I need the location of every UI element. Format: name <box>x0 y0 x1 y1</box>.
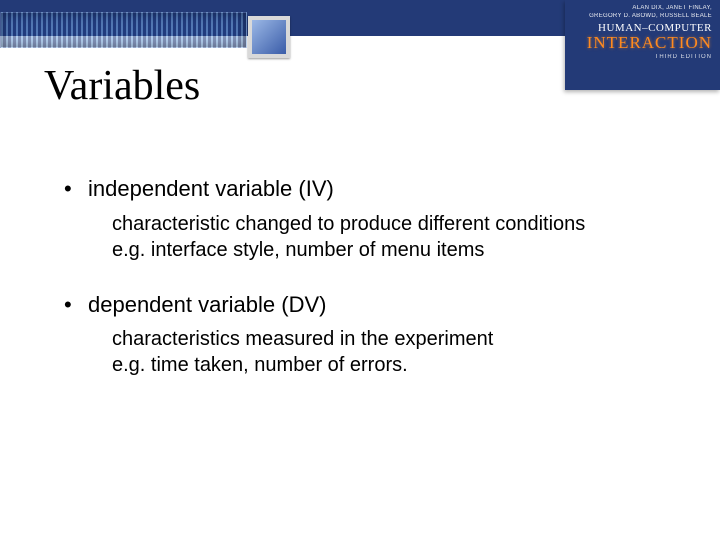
book-cover: ALAN DIX, JANET FINLAY, GREGORY D. ABOWD… <box>565 0 720 90</box>
book-authors-line2: GREGORY D. ABOWD, RUSSELL BEALE <box>565 12 712 20</box>
bullet-iv-heading: independent variable (IV) <box>88 176 334 201</box>
book-title-bottom: INTERACTION <box>565 34 712 51</box>
book-authors-line1: ALAN DIX, JANET FINLAY, <box>565 4 712 12</box>
bullet-dv-detail: characteristics measured in the experime… <box>112 326 664 378</box>
bullet-dv: dependent variable (DV) <box>64 291 664 319</box>
bullet-dv-heading: dependent variable (DV) <box>88 292 326 317</box>
bullet-iv-detail: characteristic changed to produce differ… <box>112 211 664 263</box>
bullet-iv: independent variable (IV) <box>64 175 664 203</box>
logo-square <box>248 16 290 58</box>
banner: ALAN DIX, JANET FINLAY, GREGORY D. ABOWD… <box>0 0 720 70</box>
slide-content: independent variable (IV) characteristic… <box>64 175 664 406</box>
book-edition: THIRD EDITION <box>565 54 712 60</box>
binary-strip-decoration <box>0 12 247 48</box>
slide-title: Variables <box>44 62 200 110</box>
